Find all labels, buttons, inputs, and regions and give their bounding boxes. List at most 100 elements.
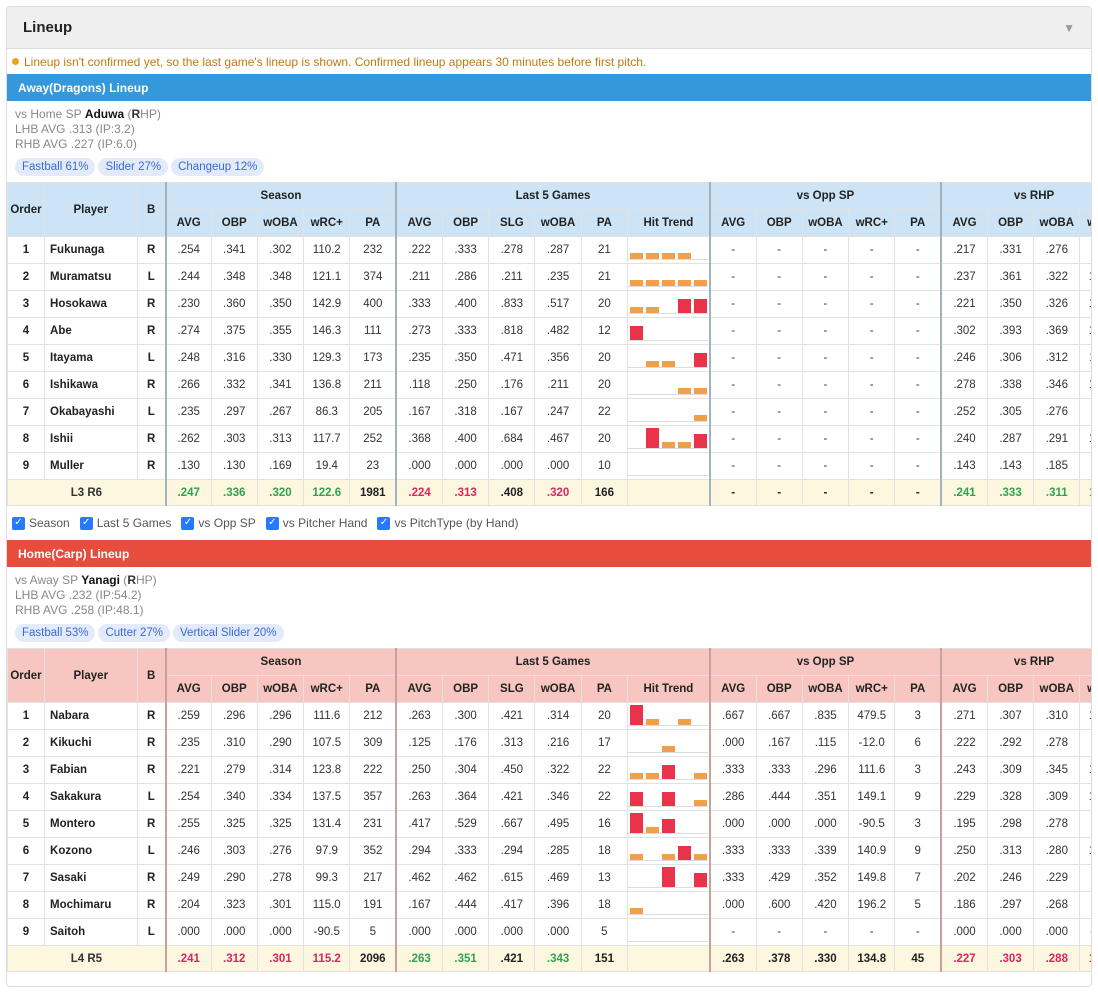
vs-opp-sp-stat: - — [755, 452, 803, 480]
column-header[interactable]: OBP — [986, 209, 1035, 237]
column-header[interactable]: OBP — [441, 675, 490, 703]
toggle-checkbox[interactable]: ✓ vs Pitcher Hand — [265, 516, 367, 530]
player-name[interactable]: Kozono — [44, 837, 138, 865]
table-row[interactable]: 8 Ishii R .262.303.313 117.7 252.368.400.684.… — [7, 425, 1091, 453]
player-name[interactable]: Sasaki — [44, 864, 138, 892]
player-name[interactable]: Nabara — [44, 702, 138, 730]
table-row[interactable]: 2 Muramatsu L .244.348.348 121.1 374.211.286.… — [7, 263, 1091, 291]
column-header[interactable]: wRC+ — [303, 675, 351, 703]
table-row[interactable]: 4 Sakakura L .254.340.334 137.5 357.263.364.4… — [7, 783, 1091, 811]
column-header[interactable]: OBP — [210, 209, 258, 237]
player-name[interactable]: Muller — [44, 452, 138, 480]
player-name[interactable]: Hosokawa — [44, 290, 138, 318]
column-header[interactable]: wOBA — [534, 209, 582, 237]
column-header[interactable]: wOBA — [801, 675, 850, 703]
column-header[interactable]: wRC+ — [1079, 209, 1091, 237]
player-name[interactable]: Ishikawa — [44, 371, 138, 399]
column-header[interactable]: wOBA — [801, 209, 850, 237]
table-row[interactable]: 3 Hosokawa R .230.360.350 142.9 400.333.400.8… — [7, 290, 1091, 318]
toggle-checkbox[interactable]: ✓ Season — [12, 516, 70, 530]
column-header[interactable]: AVG — [164, 675, 212, 703]
home-table-wrap[interactable]: Order Player B Season Last 5 Games vs Opp SP v… — [7, 648, 1091, 972]
column-header[interactable]: OBP — [210, 675, 258, 703]
column-header[interactable]: SLG — [488, 675, 536, 703]
order-header[interactable]: Order — [7, 648, 46, 703]
player-name[interactable]: Sakakura — [44, 783, 138, 811]
column-header[interactable]: wOBA — [534, 675, 582, 703]
bats-header[interactable]: B — [136, 648, 167, 703]
column-header[interactable]: AVG — [940, 209, 988, 237]
column-header[interactable]: wOBA — [256, 209, 305, 237]
collapse-icon[interactable]: ▼ — [1063, 21, 1075, 35]
player-name[interactable]: Okabayashi — [44, 398, 138, 426]
toggle-checkbox[interactable]: ✓ Last 5 Games — [79, 516, 171, 530]
player-name[interactable]: Fabian — [44, 756, 138, 784]
panel-header[interactable]: Lineup ▼ — [7, 7, 1091, 49]
bats-header[interactable]: B — [136, 182, 167, 237]
table-row[interactable]: 1 Fukunaga R .254.341.302 110.2 232.222.333.2… — [7, 236, 1091, 264]
column-header[interactable]: wRC+ — [303, 209, 351, 237]
column-header[interactable]: PA — [349, 675, 397, 703]
away-sp-name[interactable]: Aduwa — [85, 107, 124, 121]
column-header[interactable]: Hit Trend — [627, 209, 711, 237]
player-name[interactable]: Saitoh — [44, 918, 138, 946]
table-row[interactable]: 4 Abe R .274.375.355 146.3 111.273.333.818.48… — [7, 317, 1091, 345]
column-header[interactable]: Hit Trend — [627, 675, 711, 703]
order-header[interactable]: Order — [7, 182, 46, 237]
table-row[interactable]: 2 Kikuchi R .235.310.290 107.5 309.125.176.31… — [7, 729, 1091, 757]
player-name[interactable]: Fukunaga — [44, 236, 138, 264]
column-header[interactable]: wOBA — [256, 675, 305, 703]
column-header[interactable]: wOBA — [1033, 675, 1081, 703]
column-header[interactable]: wRC+ — [1079, 675, 1091, 703]
checkbox-checked-icon[interactable]: ✓ — [181, 516, 195, 530]
column-header[interactable]: AVG — [164, 209, 212, 237]
toggle-checkbox[interactable]: ✓ vs PitchType (by Hand) — [377, 516, 519, 530]
table-row[interactable]: 8 Mochimaru R .204.323.301 115.0 191.167.444.… — [7, 891, 1091, 919]
toggle-checkbox[interactable]: ✓ vs Opp SP — [181, 516, 256, 530]
table-row[interactable]: 7 Okabayashi L .235.297.267 86.3 205.167.318.… — [7, 398, 1091, 426]
player-name[interactable]: Abe — [44, 317, 138, 345]
column-header[interactable]: wOBA — [1033, 209, 1081, 237]
column-header[interactable]: AVG — [708, 209, 757, 237]
column-header[interactable]: OBP — [755, 675, 803, 703]
column-header[interactable]: AVG — [708, 675, 757, 703]
table-row[interactable]: 6 Kozono L .246.303.276 97.9 352.294.333.294.… — [7, 837, 1091, 865]
player-name[interactable]: Montero — [44, 810, 138, 838]
player-name[interactable]: Mochimaru — [44, 891, 138, 919]
column-header[interactable]: OBP — [441, 209, 490, 237]
player-name[interactable]: Itayama — [44, 344, 138, 372]
column-header[interactable]: PA — [580, 209, 629, 237]
column-header[interactable]: AVG — [395, 675, 443, 703]
table-row[interactable]: 3 Fabian R .221.279.314 123.8 222.250.304.450… — [7, 756, 1091, 784]
away-table-wrap[interactable]: Order Player B Season Last 5 Games vs Opp SP v… — [7, 182, 1091, 506]
home-sp-name[interactable]: Yanagi — [81, 573, 120, 587]
table-row[interactable]: 9 Saitoh L .000.000.000 -90.5 5.000.000.000.0… — [7, 918, 1091, 946]
column-header[interactable]: AVG — [395, 209, 443, 237]
column-header[interactable]: PA — [349, 209, 397, 237]
column-header[interactable]: wRC+ — [848, 675, 896, 703]
bats-hand: R — [136, 810, 167, 838]
checkbox-checked-icon[interactable]: ✓ — [265, 516, 279, 530]
table-row[interactable]: 5 Itayama L .248.316.330 129.3 173.235.350.47… — [7, 344, 1091, 372]
table-row[interactable]: 1 Nabara R .259.296.296 111.6 212.263.300.421… — [7, 702, 1091, 730]
table-row[interactable]: 9 Muller R .130.130.169 19.4 23.000.000.000.0… — [7, 452, 1091, 480]
column-header[interactable]: OBP — [755, 209, 803, 237]
column-header[interactable]: wRC+ — [848, 209, 896, 237]
checkbox-checked-icon[interactable]: ✓ — [79, 516, 93, 530]
player-name[interactable]: Kikuchi — [44, 729, 138, 757]
column-header[interactable]: PA — [580, 675, 629, 703]
player-name[interactable]: Ishii — [44, 425, 138, 453]
table-row[interactable]: 7 Sasaki R .249.290.278 99.3 217.462.462.615.… — [7, 864, 1091, 892]
column-header[interactable]: AVG — [940, 675, 988, 703]
player-header[interactable]: Player — [44, 182, 138, 237]
player-header[interactable]: Player — [44, 648, 138, 703]
player-name[interactable]: Muramatsu — [44, 263, 138, 291]
checkbox-checked-icon[interactable]: ✓ — [377, 516, 391, 530]
table-row[interactable]: 5 Montero R .255.325.325 131.4 231.417.529.66… — [7, 810, 1091, 838]
column-header[interactable]: SLG — [488, 209, 536, 237]
column-header[interactable]: PA — [894, 675, 942, 703]
checkbox-checked-icon[interactable]: ✓ — [12, 516, 25, 530]
table-row[interactable]: 6 Ishikawa R .266.332.341 136.8 211.118.250.1… — [7, 371, 1091, 399]
column-header[interactable]: PA — [894, 209, 942, 237]
column-header[interactable]: OBP — [986, 675, 1035, 703]
